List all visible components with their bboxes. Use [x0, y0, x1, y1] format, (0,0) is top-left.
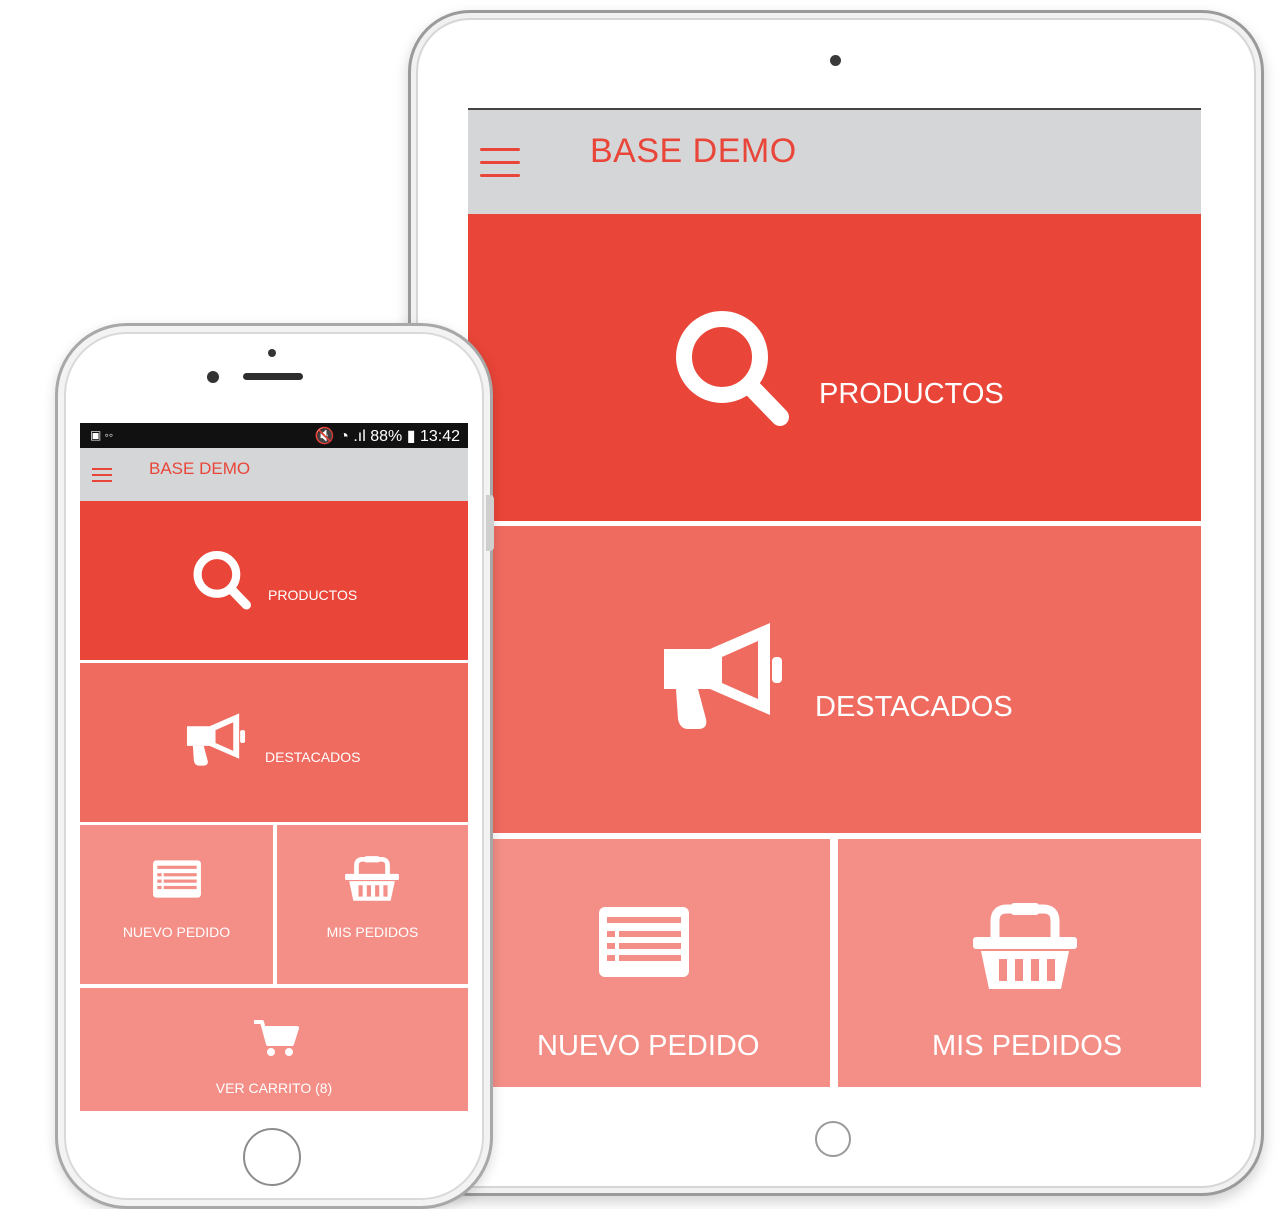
order-form-icon [599, 907, 689, 977]
megaphone-icon [186, 713, 246, 766]
tile-nuevo-pedido[interactable]: NUEVO PEDIDO [468, 839, 830, 1087]
status-bar: ▣ ◦◦ 🔇 ◔ .ıl 88% ▮ 13:42 [80, 423, 468, 448]
tile-mis-pedidos[interactable]: MIS PEDIDOS [838, 839, 1201, 1087]
phone-camera [207, 371, 219, 383]
tile-destacados-label: DESTACADOS [265, 749, 361, 765]
tile-destacados[interactable]: DESTACADOS [468, 526, 1201, 833]
phone-speaker [243, 373, 303, 380]
phone-screen: ▣ ◦◦ 🔇 ◔ .ıl 88% ▮ 13:42 BASE DEMO PRODU… [80, 423, 468, 1111]
status-bar-right: 🔇 ◔ .ıl 88% ▮ 13:42 [314, 428, 460, 445]
tile-mis-pedidos-label: MIS PEDIDOS [326, 924, 419, 940]
tile-productos-label: PRODUCTOS [819, 378, 1004, 410]
tile-nuevo-pedido-label: NUEVO PEDIDO [537, 1030, 760, 1062]
page-title: BASE DEMO [149, 459, 251, 478]
menu-icon[interactable] [480, 148, 520, 180]
megaphone-icon [664, 623, 782, 729]
menu-icon[interactable] [92, 468, 112, 482]
tile-ver-carrito-label: VER CARRITO (8) [215, 1080, 333, 1096]
search-icon [193, 551, 251, 610]
phone-home-button[interactable] [243, 1128, 301, 1186]
phone-sensor [268, 349, 276, 357]
tile-destacados[interactable]: DESTACADOS [80, 663, 468, 822]
tablet-home-button[interactable] [815, 1121, 851, 1157]
phone-app-header: BASE DEMO [80, 448, 468, 501]
status-bar-left: ▣ ◦◦ [90, 428, 114, 442]
tile-nuevo-pedido-label: NUEVO PEDIDO [122, 924, 231, 940]
tile-destacados-label: DESTACADOS [815, 691, 1013, 723]
tile-productos[interactable]: PRODUCTOS [468, 214, 1201, 521]
tile-nuevo-pedido[interactable]: NUEVO PEDIDO [80, 825, 273, 984]
tile-mis-pedidos[interactable]: MIS PEDIDOS [277, 825, 468, 984]
tablet-app-header: BASE DEMO [468, 110, 1201, 214]
basket-icon [973, 903, 1077, 989]
tile-mis-pedidos-label: MIS PEDIDOS [932, 1030, 1123, 1062]
tile-productos-label: PRODUCTOS [268, 587, 358, 603]
phone-side-button [486, 495, 494, 551]
basket-icon [345, 856, 399, 901]
tile-productos[interactable]: PRODUCTOS [80, 501, 468, 660]
tablet-screen: BASE DEMO PRODUCTOS DESTACADOS NUEVO PED… [468, 108, 1201, 1087]
tablet-camera [830, 55, 841, 66]
search-icon [676, 311, 789, 426]
order-form-icon [153, 860, 201, 898]
cart-icon [254, 1020, 299, 1056]
page-title: BASE DEMO [590, 132, 797, 170]
tile-ver-carrito[interactable]: VER CARRITO (8) [80, 988, 468, 1111]
